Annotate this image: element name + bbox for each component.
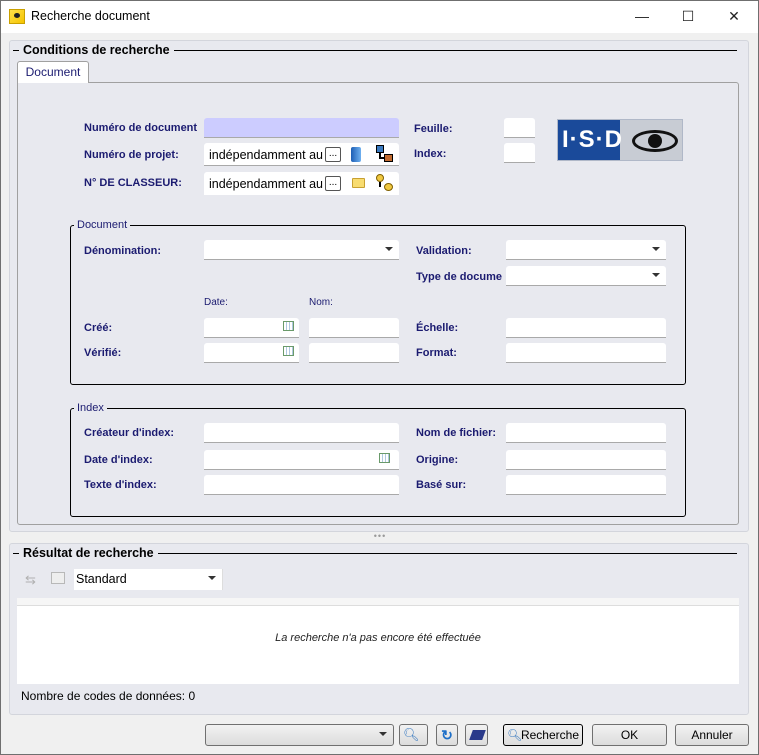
export-icon[interactable] xyxy=(51,572,65,584)
doc-number-input[interactable] xyxy=(204,118,399,138)
tab-document[interactable]: Document xyxy=(17,61,89,83)
maximize-button[interactable]: ☐ xyxy=(665,1,711,33)
splitter-handle[interactable]: ••• xyxy=(369,532,391,541)
project-browse-button[interactable]: ... xyxy=(325,147,341,162)
binder-number-value[interactable]: indépendamment au xyxy=(209,177,323,191)
created-name-input[interactable] xyxy=(309,318,399,338)
results-list[interactable] xyxy=(17,606,739,684)
search-button[interactable]: 🔍︎ Recherche xyxy=(503,724,583,746)
cancel-button[interactable]: Annuler xyxy=(675,724,749,746)
project-number-value[interactable]: indépendamment au xyxy=(209,148,323,162)
calendar-icon[interactable] xyxy=(379,453,390,463)
checked-name-input[interactable] xyxy=(309,343,399,363)
filename-label: Nom de fichier: xyxy=(416,427,497,439)
conditions-header: Conditions de recherche xyxy=(19,43,174,57)
results-list-header xyxy=(17,598,739,606)
index-text-input[interactable] xyxy=(204,475,399,495)
scale-input[interactable] xyxy=(506,318,666,338)
denomination-dropdown[interactable] xyxy=(204,240,399,260)
eraser-icon xyxy=(469,730,486,740)
app-icon xyxy=(9,9,25,24)
format-label: Format: xyxy=(416,347,457,359)
saved-search-dropdown[interactable] xyxy=(205,724,394,746)
created-date-input[interactable] xyxy=(204,318,299,338)
refresh-button[interactable]: ↻ xyxy=(436,724,458,746)
origin-label: Origine: xyxy=(416,454,459,466)
magnifier-icon: 🔍︎ xyxy=(507,728,523,742)
window-title: Recherche document xyxy=(31,9,150,23)
search-button-label: Recherche xyxy=(520,728,579,742)
index-text-label: Texte d'index: xyxy=(84,479,157,491)
index-input[interactable] xyxy=(504,143,535,163)
index-date-input[interactable] xyxy=(204,450,399,470)
binder-number-label: N° DE CLASSEUR: xyxy=(84,177,182,189)
data-count-label: Nombre de codes de données: 0 xyxy=(21,689,196,703)
document-group-legend: Document xyxy=(74,219,131,231)
view-select-value: Standard xyxy=(76,572,127,586)
project-number-label: Numéro de projet: xyxy=(84,149,179,161)
date-column-label: Date: xyxy=(204,297,228,308)
binder-tree-icon[interactable] xyxy=(376,174,394,192)
based-on-label: Basé sur: xyxy=(416,479,467,491)
index-group-legend: Index xyxy=(74,402,107,414)
save-search-button[interactable]: 🔍︎ xyxy=(399,724,428,746)
results-header: Résultat de recherche xyxy=(19,546,158,560)
isd-logo: I·S·D xyxy=(557,119,683,161)
calendar-icon[interactable] xyxy=(283,346,294,356)
refresh-icon: ↻ xyxy=(441,727,453,743)
scale-label: Échelle: xyxy=(416,322,459,334)
project-tree-icon[interactable] xyxy=(376,145,394,163)
created-label: Créé: xyxy=(84,322,113,334)
project-cabinet-icon[interactable] xyxy=(351,147,361,162)
filename-input[interactable] xyxy=(506,423,666,443)
index-label: Index: xyxy=(414,148,447,160)
checked-date-input[interactable] xyxy=(204,343,299,363)
doc-type-label: Type de docume xyxy=(416,271,502,283)
denomination-label: Dénomination: xyxy=(84,245,161,257)
logo-text: I·S·D xyxy=(562,126,623,153)
binder-browse-button[interactable]: ... xyxy=(325,176,341,191)
validation-label: Validation: xyxy=(416,245,472,257)
sheet-input[interactable] xyxy=(504,118,535,138)
index-creator-input[interactable] xyxy=(204,423,399,443)
swap-icon[interactable]: ⇆ xyxy=(25,572,36,588)
calendar-icon[interactable] xyxy=(283,321,294,331)
index-date-label: Date d'index: xyxy=(84,454,153,466)
name-column-label: Nom: xyxy=(309,297,333,308)
view-select[interactable]: Standard xyxy=(74,569,223,590)
search-save-icon: 🔍︎ xyxy=(403,727,420,742)
clear-button[interactable] xyxy=(465,724,488,746)
minimize-button[interactable]: — xyxy=(619,1,665,33)
checked-label: Vérifié: xyxy=(84,347,122,359)
doc-number-label: Numéro de document xyxy=(84,122,198,134)
validation-dropdown[interactable] xyxy=(506,240,666,260)
index-creator-label: Créateur d'index: xyxy=(84,427,175,439)
folder-icon[interactable] xyxy=(352,178,365,188)
format-input[interactable] xyxy=(506,343,666,363)
empty-results-message: La recherche n'a pas encore été effectué… xyxy=(275,632,481,644)
ok-button[interactable]: OK xyxy=(592,724,667,746)
origin-input[interactable] xyxy=(506,450,666,470)
eye-icon xyxy=(632,130,678,152)
close-button[interactable]: ✕ xyxy=(711,1,757,33)
title-bar: Recherche document — ☐ ✕ xyxy=(1,1,758,33)
based-on-input[interactable] xyxy=(506,475,666,495)
doc-type-dropdown[interactable] xyxy=(506,266,666,286)
sheet-label: Feuille: xyxy=(414,123,453,135)
